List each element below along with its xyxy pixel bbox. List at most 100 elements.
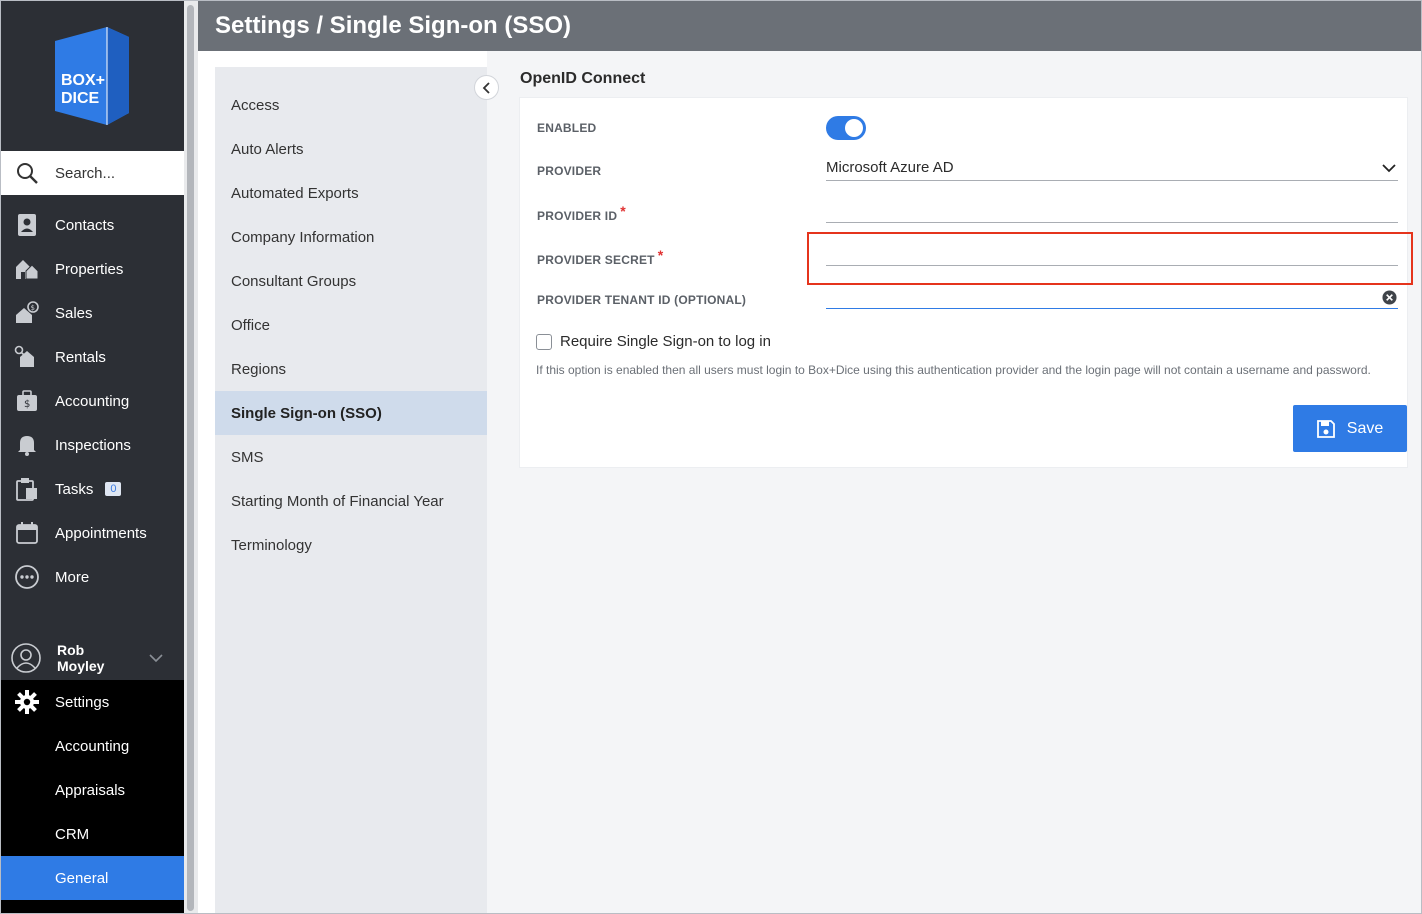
menu-item-consultant-groups[interactable]: Consultant Groups	[215, 259, 487, 303]
settings-nav-group: Settings Accounting Appraisals CRM Gener…	[1, 680, 184, 913]
nav-item-appointments[interactable]: Appointments	[1, 511, 184, 555]
user-menu[interactable]: Rob Moyley	[1, 635, 184, 681]
required-marker: *	[620, 203, 626, 219]
nav-item-properties[interactable]: Properties	[1, 247, 184, 291]
menu-item-label: Auto Alerts	[231, 140, 304, 158]
require-sso-label[interactable]: Require Single Sign-on to log in	[560, 333, 771, 350]
user-last-name: Moyley	[57, 658, 105, 674]
provider-label: PROVIDER	[537, 164, 602, 178]
sidebar-scrollbar[interactable]	[184, 1, 198, 913]
menu-item-company-information[interactable]: Company Information	[215, 215, 487, 259]
provider-id-label-text: PROVIDER ID	[537, 209, 618, 223]
menu-item-label: Access	[231, 96, 280, 114]
provider-secret-label-text: PROVIDER SECRET	[537, 253, 655, 267]
nav-item-tasks[interactable]: Tasks 0	[1, 467, 184, 511]
settings-label: Settings	[55, 693, 110, 711]
provider-select[interactable]: Microsoft Azure AD	[826, 157, 1398, 181]
settings-sub-appraisals[interactable]: Appraisals	[1, 768, 184, 812]
chevron-down-icon[interactable]	[149, 651, 163, 665]
enabled-label: ENABLED	[537, 121, 597, 135]
settings-menu: Access Auto Alerts Automated Exports Com…	[215, 67, 487, 913]
menu-item-label: Single Sign-on (SSO)	[231, 404, 382, 422]
global-search[interactable]	[1, 151, 184, 195]
menu-item-label: Starting Month of Financial Year	[231, 492, 444, 510]
page-header: Settings / Single Sign-on (SSO)	[198, 1, 1421, 51]
menu-item-single-sign-on[interactable]: Single Sign-on (SSO)	[215, 391, 487, 435]
nav-label: Accounting	[55, 392, 130, 410]
provider-id-input[interactable]	[826, 197, 1398, 223]
nav-label: Contacts	[55, 216, 115, 234]
nav-item-more[interactable]: More	[1, 555, 184, 599]
accounting-icon: $	[14, 388, 40, 414]
nav-item-settings[interactable]: Settings	[1, 680, 184, 724]
menu-item-access[interactable]: Access	[215, 83, 487, 127]
provider-secret-label: PROVIDER SECRET *	[537, 247, 663, 267]
sales-icon: $	[14, 300, 40, 326]
menu-item-terminology[interactable]: Terminology	[215, 523, 487, 567]
logo-text-line1: BOX+	[61, 72, 105, 89]
nav-label: Tasks	[55, 480, 94, 498]
svg-text:$: $	[31, 304, 35, 312]
settings-sub-label: CRM	[55, 825, 90, 843]
chevron-down-icon	[1382, 164, 1396, 173]
main-sidebar: BOX+ DICE Contacts Properties $	[1, 1, 184, 913]
settings-sub-label: Appraisals	[55, 781, 126, 799]
search-icon	[17, 163, 38, 184]
menu-item-label: Automated Exports	[231, 184, 359, 202]
contacts-icon	[14, 212, 40, 238]
nav-label: Rentals	[55, 348, 106, 366]
page-title: Settings / Single Sign-on (SSO)	[215, 12, 572, 39]
collapse-menu-button[interactable]	[474, 75, 499, 100]
nav-item-contacts[interactable]: Contacts	[1, 203, 184, 247]
chevron-left-icon	[482, 81, 490, 94]
tenant-id-input[interactable]	[826, 283, 1398, 309]
menu-item-automated-exports[interactable]: Automated Exports	[215, 171, 487, 215]
tasks-count-badge: 0	[105, 482, 122, 496]
save-button[interactable]: Save	[1293, 405, 1407, 452]
menu-item-regions[interactable]: Regions	[215, 347, 487, 391]
more-icon	[14, 564, 40, 590]
settings-sub-label: General	[55, 869, 109, 887]
properties-icon	[14, 256, 40, 282]
settings-sub-crm[interactable]: CRM	[1, 812, 184, 856]
clear-icon[interactable]	[1382, 290, 1397, 305]
box-dice-logo[interactable]: BOX+ DICE	[55, 27, 129, 125]
require-sso-checkbox[interactable]	[536, 334, 552, 350]
svg-text:$: $	[24, 399, 30, 410]
logo-text-line2: DICE	[61, 90, 100, 107]
enabled-toggle[interactable]	[826, 116, 866, 140]
menu-item-sms[interactable]: SMS	[215, 435, 487, 479]
menu-item-label: Consultant Groups	[231, 272, 357, 290]
nav-item-sales[interactable]: $ Sales	[1, 291, 184, 335]
user-name: Rob Moyley	[57, 642, 127, 674]
menu-item-label: Regions	[231, 360, 287, 378]
nav-label: Inspections	[55, 436, 131, 454]
gear-icon	[15, 690, 39, 714]
require-sso-help-text: If this option is enabled then all users…	[536, 363, 1371, 377]
nav-label: Sales	[55, 304, 93, 322]
provider-id-label: PROVIDER ID *	[537, 203, 626, 223]
nav-label: More	[55, 568, 90, 586]
menu-item-label: Terminology	[231, 536, 312, 554]
menu-item-auto-alerts[interactable]: Auto Alerts	[215, 127, 487, 171]
required-marker: *	[657, 247, 664, 263]
nav-label: Appointments	[55, 524, 147, 542]
menu-item-starting-month[interactable]: Starting Month of Financial Year	[215, 479, 487, 523]
settings-sub-label: Accounting	[55, 737, 130, 755]
settings-sub-general[interactable]: General	[1, 856, 184, 900]
settings-sub-accounting[interactable]: Accounting	[1, 724, 184, 768]
scrollbar-thumb[interactable]	[187, 5, 194, 911]
nav-item-inspections[interactable]: Inspections	[1, 423, 184, 467]
toggle-knob	[845, 119, 863, 137]
rentals-icon	[14, 344, 40, 370]
save-icon	[1316, 419, 1335, 438]
menu-item-label: Office	[231, 316, 270, 334]
menu-item-office[interactable]: Office	[215, 303, 487, 347]
avatar	[11, 643, 41, 673]
provider-secret-highlight	[807, 232, 1413, 285]
section-title: OpenID Connect	[520, 70, 646, 87]
app-window: BOX+ DICE Contacts Properties $	[0, 0, 1422, 914]
search-input[interactable]	[55, 164, 165, 182]
nav-item-accounting[interactable]: $ Accounting	[1, 379, 184, 423]
nav-item-rentals[interactable]: Rentals	[1, 335, 184, 379]
